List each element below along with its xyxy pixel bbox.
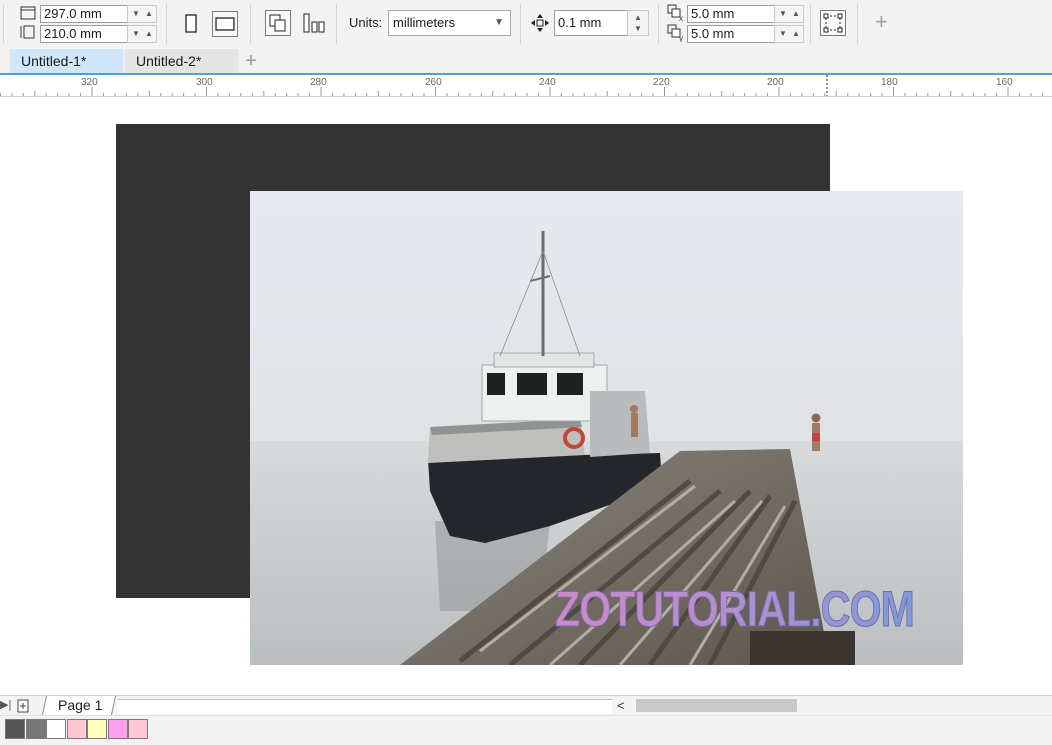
- page-height-input[interactable]: 210.0 mm: [40, 25, 128, 43]
- page-width-icon: [20, 6, 36, 20]
- ruler-label: 260: [425, 77, 442, 88]
- treat-as-filled-button[interactable]: [820, 10, 846, 36]
- nudge-input[interactable]: 0.1 mm: [554, 10, 628, 36]
- current-page-button[interactable]: [300, 10, 326, 36]
- page-navigator: ▶| Page 1 <: [0, 695, 1052, 716]
- add-page-icon[interactable]: [16, 699, 30, 713]
- landscape-button[interactable]: [212, 11, 238, 37]
- last-page-icon[interactable]: ▶|: [0, 698, 11, 711]
- portrait-icon: [185, 14, 197, 33]
- document-tab-bar: Untitled-1* Untitled-2* +: [0, 49, 1052, 75]
- watermark-text: ZOTUTORIAL.COM: [555, 581, 916, 637]
- units-label: Units:: [349, 15, 383, 30]
- color-swatch[interactable]: [66, 719, 87, 739]
- separator: [336, 4, 337, 44]
- current-page-icon: [303, 13, 325, 33]
- nudge-spinner[interactable]: ▲ ▼: [627, 10, 649, 36]
- separator: [250, 4, 251, 44]
- separator: [520, 4, 521, 44]
- tab-untitled-1[interactable]: Untitled-1*: [10, 49, 123, 73]
- color-swatch[interactable]: [107, 719, 128, 739]
- duplicate-y-spinner[interactable]: ▼ ▲: [774, 25, 804, 43]
- separator: [658, 4, 659, 44]
- color-swatch[interactable]: [46, 719, 66, 739]
- color-swatch[interactable]: [5, 719, 25, 739]
- separator: [810, 4, 811, 44]
- page-width-spinner[interactable]: ▼ ▲: [127, 5, 157, 23]
- portrait-button[interactable]: [178, 11, 204, 37]
- units-value: millimeters: [393, 15, 456, 30]
- color-swatch[interactable]: [128, 719, 148, 739]
- ruler-label: 180: [881, 77, 898, 88]
- duplicate-y-icon: y: [667, 24, 683, 42]
- all-pages-icon: [269, 14, 286, 32]
- color-swatch[interactable]: [25, 719, 46, 739]
- drawing-canvas[interactable]: ZOTUTORIAL.COM: [0, 97, 1052, 695]
- horizontal-scrollbar-track[interactable]: [118, 699, 612, 714]
- separator: [3, 4, 4, 44]
- new-tab-icon[interactable]: +: [239, 49, 263, 73]
- svg-text:x: x: [679, 14, 683, 22]
- page-height-spinner[interactable]: ▼ ▲: [127, 25, 157, 43]
- add-icon[interactable]: +: [875, 9, 888, 35]
- treat-as-filled-icon: [823, 13, 843, 33]
- svg-text:y: y: [679, 34, 683, 42]
- landscape-icon: [215, 17, 235, 31]
- duplicate-x-spinner[interactable]: ▼ ▲: [774, 5, 804, 23]
- ruler-label: 240: [539, 77, 556, 88]
- chevron-down-icon: ▼: [494, 17, 504, 28]
- ruler-label: 160: [996, 77, 1013, 88]
- ruler-label: 300: [196, 77, 213, 88]
- duplicate-x-icon: x: [667, 4, 683, 22]
- page-tab-1[interactable]: Page 1: [41, 696, 117, 715]
- separator: [857, 4, 858, 44]
- units-dropdown[interactable]: millimeters ▼: [388, 10, 511, 36]
- all-pages-button[interactable]: [265, 10, 291, 36]
- separator: [166, 4, 167, 44]
- ruler-label: 280: [310, 77, 327, 88]
- scroll-left-icon[interactable]: <: [617, 696, 631, 715]
- color-palette: [0, 715, 1052, 745]
- horizontal-scrollbar-thumb[interactable]: [636, 699, 797, 712]
- page-tab-label: Page 1: [58, 697, 103, 713]
- color-swatch[interactable]: [87, 719, 107, 739]
- page-height-icon: [20, 25, 35, 39]
- ruler-label: 320: [81, 77, 98, 88]
- horizontal-ruler[interactable]: 320 300 280 260 240 220 200 180 160: [0, 75, 1052, 97]
- nudge-icon: [531, 14, 549, 32]
- duplicate-x-input[interactable]: 5.0 mm: [687, 5, 775, 23]
- ruler-label: 200: [767, 77, 784, 88]
- tab-untitled-2[interactable]: Untitled-2*: [125, 49, 238, 73]
- duplicate-y-input[interactable]: 5.0 mm: [687, 25, 775, 43]
- property-bar: 297.0 mm ▼ ▲ 210.0 mm ▼ ▲ Units: millimete…: [0, 0, 1052, 50]
- page-width-input[interactable]: 297.0 mm: [40, 5, 128, 23]
- ruler-label: 220: [653, 77, 670, 88]
